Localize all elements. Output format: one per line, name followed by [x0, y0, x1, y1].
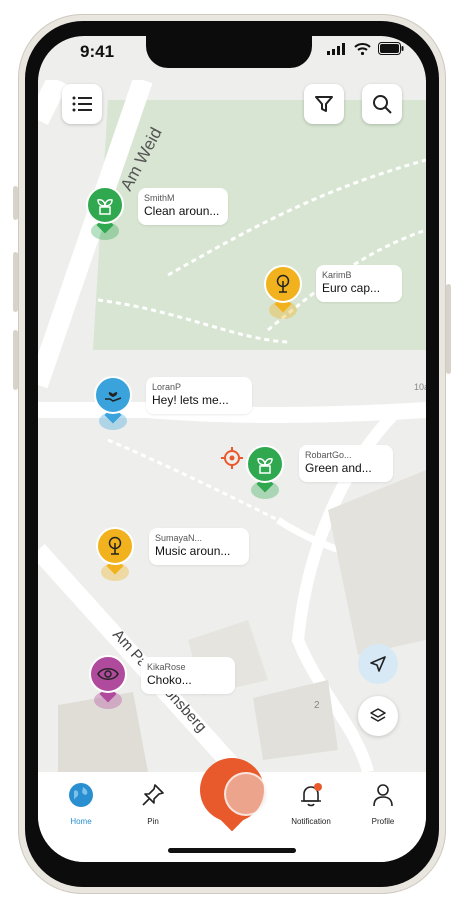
post-message: Music aroun...	[155, 544, 231, 558]
status-time: 9:41	[80, 42, 115, 61]
search-button[interactable]	[362, 84, 402, 124]
status-icons	[327, 42, 404, 55]
post-username: LoranP	[152, 382, 182, 392]
house-number-10a: 10a	[414, 382, 426, 392]
nav-notification[interactable]: Notification	[276, 782, 346, 826]
post-message: Clean aroun...	[144, 204, 220, 218]
plant-icon	[97, 199, 113, 215]
eye-icon	[97, 668, 119, 680]
globe-icon	[69, 783, 93, 807]
post-bubble-loranp[interactable]: LoranP Hey! lets me...	[146, 377, 252, 414]
wifi-icon	[354, 42, 371, 55]
nav-profile[interactable]: Profile	[348, 782, 418, 826]
map-pin-sumayan[interactable]	[96, 527, 134, 581]
plant-icon	[257, 458, 273, 474]
search-icon	[373, 95, 392, 114]
post-username: KarimB	[322, 270, 352, 280]
post-message: Green and...	[305, 461, 372, 475]
map-pin-kikarose[interactable]	[89, 655, 127, 709]
drag-handle[interactable]	[224, 772, 268, 816]
nav-label: Notification	[291, 817, 331, 826]
filter-icon	[315, 96, 333, 112]
user-icon	[373, 784, 393, 807]
map-pin-karimb[interactable]	[264, 265, 302, 319]
signal-icon	[327, 42, 345, 55]
nav-label: Pin	[147, 817, 159, 826]
post-bubble-kikarose[interactable]: KikaRose Choko...	[141, 657, 235, 694]
power-button	[446, 284, 451, 374]
nav-home[interactable]: Home	[46, 782, 116, 826]
post-message: Euro cap...	[322, 281, 381, 295]
post-message: Choko...	[147, 673, 192, 687]
filter-button[interactable]	[304, 84, 344, 124]
map-pin-robartgo[interactable]	[246, 445, 284, 499]
navigation-arrow-icon	[370, 656, 386, 672]
layers-icon	[370, 708, 386, 722]
nav-pin[interactable]: Pin	[118, 782, 188, 826]
volume-up-button	[13, 252, 18, 312]
menu-button[interactable]	[62, 84, 102, 124]
post-username: SmithM	[144, 193, 175, 203]
battery-icon	[378, 42, 404, 55]
post-username: KikaRose	[147, 662, 186, 672]
volume-down-button	[13, 330, 18, 390]
post-username: SumayaN...	[155, 533, 203, 543]
pin-icon	[142, 784, 164, 806]
map-pin-loranp[interactable]	[94, 376, 132, 430]
notch	[146, 36, 312, 68]
tree-icon	[276, 274, 290, 293]
map-pin-smithm[interactable]	[86, 186, 124, 240]
nav-label: Profile	[371, 817, 395, 826]
locate-me-button[interactable]	[358, 644, 398, 684]
home-indicator	[168, 848, 296, 853]
post-message: Hey! lets me...	[152, 393, 229, 407]
nav-label: Home	[70, 817, 92, 826]
map-layers-button[interactable]	[358, 696, 398, 736]
post-bubble-karimb[interactable]: KarimB Euro cap...	[316, 265, 402, 302]
tree-icon	[108, 536, 122, 555]
mute-switch	[13, 186, 18, 220]
post-bubble-robartgo[interactable]: RobartGo... Green and...	[299, 445, 393, 482]
heart-hand-icon	[105, 392, 122, 402]
house-number-2: 2	[314, 700, 320, 711]
bell-icon	[301, 783, 322, 807]
app-screen: 9:41 Am Weid Am Pantaleonsberg 10a	[38, 36, 426, 862]
post-bubble-smithm[interactable]: SmithM Clean aroun...	[138, 188, 228, 225]
post-bubble-sumayan[interactable]: SumayaN... Music aroun...	[149, 528, 249, 565]
list-icon	[72, 96, 92, 112]
status-bar: 9:41	[38, 36, 426, 80]
post-username: RobartGo...	[305, 450, 352, 460]
